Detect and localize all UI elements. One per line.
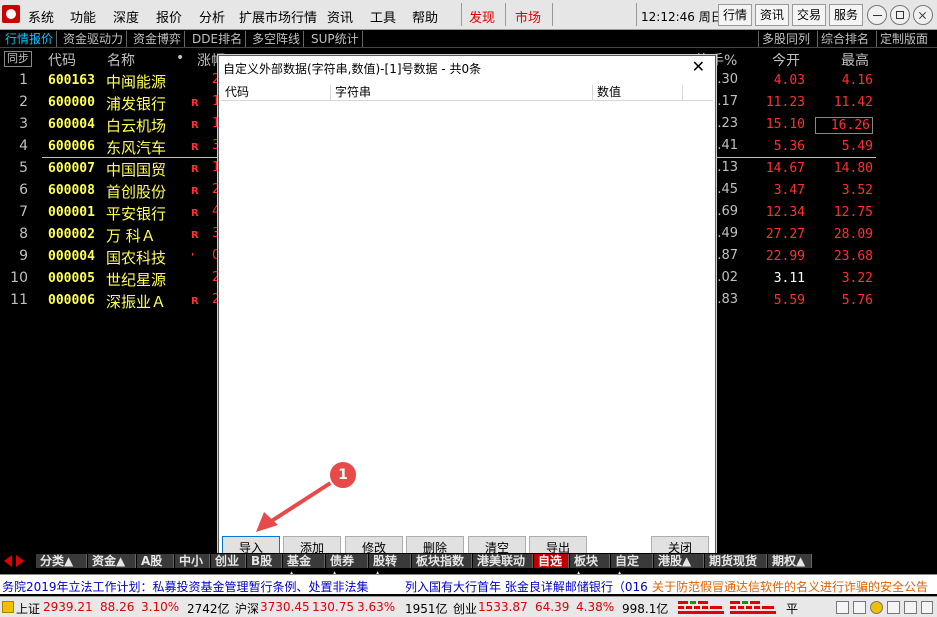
category-tab[interactable]: 板块指数 xyxy=(412,554,472,568)
news-ticker: 务院2019年立法工作计划：私募投资基金管理暂行条例、处置非法集 列入国有大行首… xyxy=(0,574,937,594)
category-tab[interactable]: 资金▲ xyxy=(88,554,136,568)
sz-label: 沪深 xyxy=(235,602,260,616)
sz-amount: 1951亿 xyxy=(405,602,448,616)
market-breadth-icon xyxy=(678,601,776,614)
coin-icon[interactable] xyxy=(870,601,883,614)
category-tab[interactable]: B股 xyxy=(247,554,282,568)
news-item[interactable]: 列入国有大行首年 张金良详解邮储银行（016 xyxy=(405,578,648,595)
category-tab[interactable]: 基金▲ xyxy=(283,554,325,582)
scroll-left-icon[interactable] xyxy=(4,555,12,567)
news-item[interactable]: 务院2019年立法工作计划：私募投资基金管理暂行条例、处置非法集 xyxy=(2,578,369,595)
category-tab[interactable]: 港股▲ xyxy=(654,554,704,568)
cy-label: 创业 xyxy=(453,602,478,616)
cy-amount: 998.1亿 xyxy=(622,602,669,616)
category-tab[interactable]: 自定▲ xyxy=(611,554,653,582)
text-icon[interactable] xyxy=(904,601,917,614)
category-tab[interactable]: 分类▲ xyxy=(36,554,87,568)
sz-pct: 3.63% xyxy=(357,600,396,614)
sh-change: 88.26 xyxy=(100,600,135,614)
category-tab[interactable]: A股 xyxy=(137,554,174,568)
sh-amount: 2742亿 xyxy=(187,602,230,616)
category-tab[interactable]: 自选 xyxy=(534,554,569,568)
status-bar: 上证 2939.21 88.26 3.10% 2742亿 沪深 3730.45 … xyxy=(0,596,937,617)
category-bar: 分类▲资金▲A股中小创业B股基金▲债券▲股转▲板块指数港美联动自选板块▲自定▲港… xyxy=(0,553,937,582)
category-tab[interactable]: 港美联动 xyxy=(473,554,533,568)
scroll-right-icon[interactable] xyxy=(16,555,24,567)
sh-label: 上证 xyxy=(16,602,41,616)
annotation-marker: 1 xyxy=(328,460,358,490)
signal-icon[interactable] xyxy=(921,601,933,614)
cy-pct: 4.38% xyxy=(576,600,615,614)
chart-icon[interactable] xyxy=(853,601,866,614)
sh-pct: 3.10% xyxy=(141,600,180,614)
category-tab[interactable]: 期货现货 xyxy=(705,554,767,568)
news-item[interactable]: 关于防范假冒通达信软件的名义进行诈骗的安全公告 xyxy=(652,578,928,595)
annotation-arrow xyxy=(256,480,334,532)
cy-value: 1533.87 xyxy=(478,600,528,614)
category-tab[interactable]: 股转▲ xyxy=(369,554,411,582)
category-tab[interactable]: 创业 xyxy=(211,554,246,568)
window-icon[interactable] xyxy=(836,601,849,614)
lock-icon[interactable] xyxy=(887,601,900,614)
sz-value: 3730.45 xyxy=(260,600,310,614)
index-icon[interactable] xyxy=(2,601,14,613)
category-tab[interactable]: 中小 xyxy=(175,554,210,568)
sz-change: 130.75 xyxy=(312,600,354,614)
category-tab[interactable]: 板块▲ xyxy=(570,554,610,582)
market-flat-label: 平 xyxy=(786,602,799,616)
category-tab[interactable]: 债券▲ xyxy=(326,554,368,582)
cy-change: 64.39 xyxy=(535,600,570,614)
category-tab[interactable]: 期权▲ xyxy=(768,554,812,568)
sh-value: 2939.21 xyxy=(43,600,93,614)
